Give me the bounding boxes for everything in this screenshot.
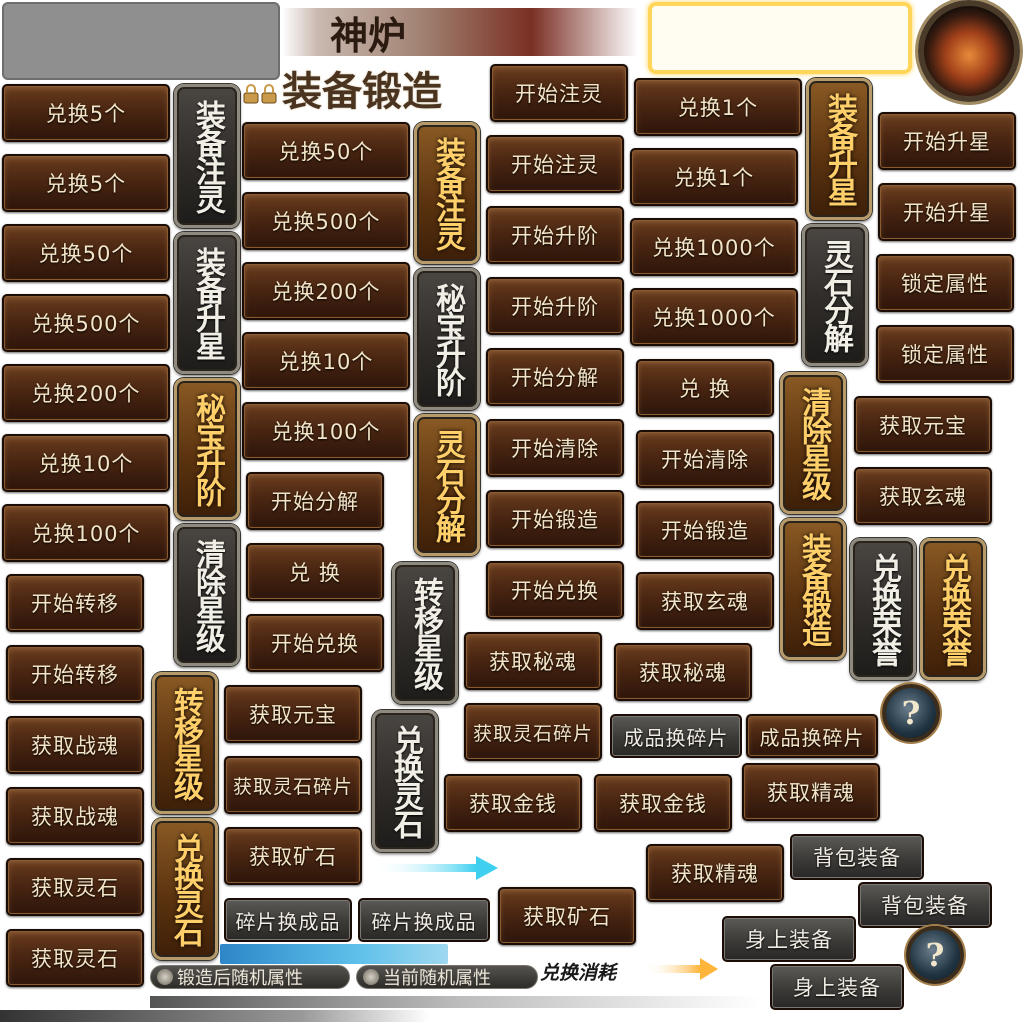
tab-treasure-rank-dark[interactable]: 秘宝升阶 [414,268,480,410]
bag-equipment-button[interactable]: 背包装备 [790,834,924,880]
after-forge-text: 锻造后随机属性 [177,968,303,989]
exchange-5-button[interactable]: 兑换5个 [2,154,170,212]
exchange-200-button[interactable]: 兑换200个 [2,364,170,422]
shard-to-item-button[interactable]: 碎片换成品 [224,898,352,942]
get-secret-soul-button[interactable]: 获取秘魂 [614,643,752,701]
title-text: 神炉 [330,12,407,58]
lock-attribute-button[interactable]: 锁定属性 [876,325,1014,383]
bag-equipment-button[interactable]: 背包装备 [858,882,992,928]
start-inject-button[interactable]: 开始注灵 [490,64,628,122]
tab-transfer-star-dark[interactable]: 转移星级 [392,562,458,704]
exchange-50-button[interactable]: 兑换50个 [2,224,170,282]
tab-clear-star[interactable]: 清除星级 [174,524,240,666]
get-shard-button[interactable]: 获取灵石碎片 [224,756,362,814]
get-xuanhun-button[interactable]: 获取玄魂 [636,572,774,630]
start-transfer-button[interactable]: 开始转移 [6,645,144,703]
arrow-cyan-icon [372,854,500,882]
start-transfer-button[interactable]: 开始转移 [6,574,144,632]
exchange-button[interactable]: 兑 换 [246,543,384,601]
input-highlight[interactable] [648,2,912,74]
get-spiritstone-button[interactable]: 获取灵石 [6,929,144,987]
item-to-shard-button[interactable]: 成品换碎片 [746,714,878,758]
start-upgrade-star-button[interactable]: 开始升星 [878,183,1016,241]
tab-equip-star-gold[interactable]: 装备升星 [806,78,872,220]
exchange-50-button[interactable]: 兑换50个 [242,122,410,180]
bottom-divider [150,996,760,1008]
get-warsoul-button[interactable]: 获取战魂 [6,716,144,774]
get-secret-soul-button[interactable]: 获取秘魂 [464,632,602,690]
start-rankup-button[interactable]: 开始升阶 [486,277,624,335]
tab-exchange-honor-gold[interactable]: 兑换荣誉 [920,538,986,680]
tab-equip-star[interactable]: 装备升星 [174,232,240,374]
tab-spirit-decompose-gold[interactable]: 灵石分解 [414,414,480,556]
exchange-1-button[interactable]: 兑换1个 [634,78,802,136]
get-spiritstone-button[interactable]: 获取灵石 [6,858,144,916]
get-essence-button[interactable]: 获取精魂 [646,844,784,902]
get-warsoul-button[interactable]: 获取战魂 [6,787,144,845]
lock-attribute-button[interactable]: 锁定属性 [876,254,1014,312]
tab-exchange-spirit[interactable]: 兑换灵石 [152,818,218,960]
lock-icon [242,84,280,104]
exchange-10-button[interactable]: 兑换10个 [2,434,170,492]
start-decompose-button[interactable]: 开始分解 [486,348,624,406]
tab-spirit-decompose-dark[interactable]: 灵石分解 [802,224,868,366]
tab-clear-star-gold[interactable]: 清除星级 [780,372,846,514]
current-attr-label: 当前随机属性 [356,965,538,989]
exchange-100-button[interactable]: 兑换100个 [242,402,410,460]
tab-equip-inject[interactable]: 装备注灵 [174,84,240,228]
help-icon[interactable]: ? [882,684,940,742]
get-money-button[interactable]: 获取金钱 [594,774,732,832]
worn-equipment-button[interactable]: 身上装备 [770,964,904,1010]
exchange-1000-button[interactable]: 兑换1000个 [630,218,798,276]
start-clear-button[interactable]: 开始清除 [636,430,774,488]
get-ore-button[interactable]: 获取矿石 [498,887,636,945]
start-rankup-button[interactable]: 开始升阶 [486,206,624,264]
get-yuanbao-button[interactable]: 获取元宝 [224,685,362,743]
start-upgrade-star-button[interactable]: 开始升星 [878,112,1016,170]
start-decompose-button[interactable]: 开始分解 [246,472,384,530]
furnace-icon[interactable] [918,0,1020,102]
start-inject-button[interactable]: 开始注灵 [486,135,624,193]
exchange-1000-button[interactable]: 兑换1000个 [630,288,798,346]
after-forge-label: 锻造后随机属性 [150,965,350,989]
tab-transfer-star[interactable]: 转移星级 [152,672,218,814]
arrow-gold-icon [644,956,720,982]
exchange-1-button[interactable]: 兑换1个 [630,148,798,206]
get-shard-button[interactable]: 获取灵石碎片 [464,703,602,761]
tab-equip-forge-gold[interactable]: 装备锻造 [780,518,846,660]
exchange-100-button[interactable]: 兑换100个 [2,504,170,562]
bottom-shadow-bar [0,1010,430,1022]
get-essence-button[interactable]: 获取精魂 [742,763,880,821]
shard-to-item-button[interactable]: 碎片换成品 [358,898,490,942]
help-icon[interactable]: ? [906,926,964,984]
start-forge-button[interactable]: 开始锻造 [636,501,774,559]
tab-exchange-honor-dark[interactable]: 兑换荣誉 [850,538,916,680]
exchange-500-button[interactable]: 兑换500个 [242,192,410,250]
start-clear-button[interactable]: 开始清除 [486,419,624,477]
exchange-10-button[interactable]: 兑换10个 [242,332,410,390]
forge-title: 装备锻造 [282,68,442,115]
progress-bar [220,944,448,964]
name-plate [2,2,280,80]
bullet-icon [363,969,379,985]
exchange-button[interactable]: 兑 换 [636,359,774,417]
get-xuanhun-button[interactable]: 获取玄魂 [854,467,992,525]
get-yuanbao-button[interactable]: 获取元宝 [854,396,992,454]
current-attr-text: 当前随机属性 [383,968,491,989]
exchange-5-button[interactable]: 兑换5个 [2,84,170,142]
tab-exchange-spirit-dark[interactable]: 兑换灵石 [372,710,438,852]
get-money-button[interactable]: 获取金钱 [444,774,582,832]
bullet-icon [157,969,173,985]
exchange-500-button[interactable]: 兑换500个 [2,294,170,352]
item-to-shard-button[interactable]: 成品换碎片 [610,714,742,758]
tab-treasure-rank[interactable]: 秘宝升阶 [174,378,240,520]
start-forge-button[interactable]: 开始锻造 [486,490,624,548]
exchange-200-button[interactable]: 兑换200个 [242,262,410,320]
start-exchange-button[interactable]: 开始兑换 [246,614,384,672]
worn-equipment-button[interactable]: 身上装备 [722,916,856,962]
exchange-cost-label: 兑换消耗 [540,961,617,984]
get-ore-button[interactable]: 获取矿石 [224,827,362,885]
tab-equip-inject-gold[interactable]: 装备注灵 [414,122,480,264]
start-exchange-button[interactable]: 开始兑换 [486,561,624,619]
